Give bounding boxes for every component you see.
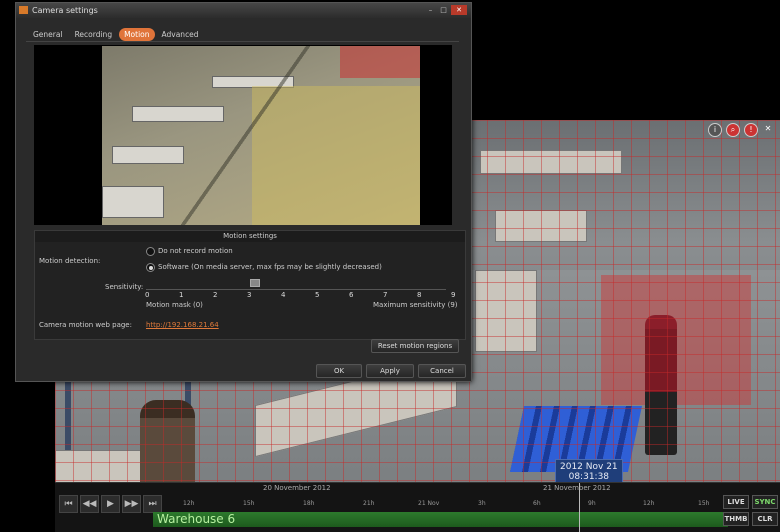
sensitivity-boundary	[102, 46, 420, 225]
timeline[interactable]: ⏮ ◀◀ ▶ ▶▶ ⏭ 20 November 2012 21 November…	[55, 482, 780, 532]
tab-recording[interactable]: Recording	[70, 28, 118, 41]
hour-tick: 6h	[533, 500, 541, 507]
tick: 7	[383, 291, 388, 299]
tick: 0	[145, 291, 150, 299]
sensitivity-thumb[interactable]	[250, 279, 260, 287]
recording-bar[interactable]: Warehouse 6	[153, 512, 728, 527]
tick: 4	[281, 291, 286, 299]
clear-button[interactable]: CLR	[752, 512, 778, 526]
timeline-buttons: LIVE SYNC THMB CLR	[723, 495, 778, 526]
radio-software[interactable]	[146, 263, 155, 272]
step-forward-icon[interactable]: ▶▶	[122, 495, 141, 513]
zoom-icon[interactable]: ⌕	[726, 123, 740, 137]
cancel-button[interactable]: Cancel	[418, 364, 466, 378]
close-icon[interactable]: ✕	[451, 5, 467, 15]
motion-settings-panel: Motion settings Motion detection: Do not…	[34, 230, 466, 340]
max-sensitivity-caption: Maximum sensitivity (9)	[373, 301, 458, 309]
apply-button[interactable]: Apply	[366, 364, 414, 378]
camera-settings-dialog: Camera settings – □ ✕ General Recording …	[15, 2, 472, 382]
motion-settings-header: Motion settings	[35, 231, 465, 242]
tick: 8	[417, 291, 422, 299]
view-controls: i ⌕ ! ✕	[708, 123, 774, 137]
close-icon[interactable]: ✕	[762, 123, 774, 135]
sensitivity-label: Sensitivity:	[105, 283, 144, 291]
option-no-motion-label: Do not record motion	[158, 247, 233, 255]
timeline-track[interactable]: 20 November 2012 21 November 2012 12h 15…	[153, 483, 728, 532]
sensitivity-slider[interactable]	[146, 289, 446, 290]
hour-tick: 21h	[363, 500, 375, 507]
maximize-icon[interactable]: □	[438, 5, 449, 15]
timeline-cursor[interactable]	[579, 483, 580, 532]
skip-back-icon[interactable]: ⏮	[59, 495, 78, 513]
sensitivity-ticks: 0 1 2 3 4 5 6 7 8 9	[145, 291, 455, 301]
tick: 3	[247, 291, 252, 299]
alert-icon[interactable]: !	[744, 123, 758, 137]
timeline-hours: 12h 15h 18h 21h 21 Nov 3h 6h 9h 12h 15h	[153, 500, 728, 510]
window-buttons: – □ ✕	[425, 5, 467, 15]
camera-label: Warehouse 6	[157, 512, 236, 526]
info-icon[interactable]: i	[708, 123, 722, 137]
hour-tick: 3h	[478, 500, 486, 507]
tick: 6	[349, 291, 354, 299]
timestamp-date: 2012 Nov 21	[560, 462, 618, 472]
dialog-title: Camera settings	[32, 6, 98, 15]
tick: 9	[451, 291, 456, 299]
hour-tick: 12h	[183, 500, 195, 507]
step-back-icon[interactable]: ◀◀	[80, 495, 99, 513]
tick: 1	[179, 291, 184, 299]
tick: 2	[213, 291, 218, 299]
date-label: 20 November 2012	[263, 484, 331, 492]
hour-tick: 21 Nov	[418, 500, 440, 507]
reset-motion-regions-button[interactable]: Reset motion regions	[371, 339, 459, 353]
min-sensitivity-caption: Motion mask (0)	[146, 301, 203, 309]
live-button[interactable]: LIVE	[723, 495, 749, 509]
hour-tick: 15h	[698, 500, 710, 507]
sync-button[interactable]: SYNC	[752, 495, 778, 509]
radio-no-motion[interactable]	[146, 247, 155, 256]
tab-general[interactable]: General	[28, 28, 68, 41]
hour-tick: 18h	[303, 500, 315, 507]
hour-tick: 12h	[643, 500, 655, 507]
motion-mask-editor[interactable]	[102, 46, 420, 225]
thumbnails-button[interactable]: THMB	[723, 512, 749, 526]
tab-motion[interactable]: Motion	[119, 28, 155, 41]
play-icon[interactable]: ▶	[101, 495, 120, 513]
tab-bar: General Recording Motion Advanced	[28, 28, 204, 41]
minimize-icon[interactable]: –	[425, 5, 436, 15]
tab-advanced[interactable]: Advanced	[157, 28, 204, 41]
dialog-titlebar[interactable]: Camera settings – □ ✕	[16, 3, 471, 18]
timestamp-time: 08:31:38	[568, 472, 610, 482]
ok-button[interactable]: OK	[316, 364, 362, 378]
tab-divider	[26, 41, 459, 42]
option-software-label: Software (On media server, max fps may b…	[158, 263, 382, 271]
motion-preview	[34, 45, 452, 225]
motion-detection-label: Motion detection:	[39, 257, 101, 265]
hour-tick: 9h	[588, 500, 596, 507]
playback-controls: ⏮ ◀◀ ▶ ▶▶ ⏭	[59, 495, 162, 513]
hour-tick: 15h	[243, 500, 255, 507]
timeline-dates: 20 November 2012 21 November 2012	[153, 484, 728, 494]
web-page-link[interactable]: http://192.168.21.64	[146, 321, 219, 329]
tick: 5	[315, 291, 320, 299]
web-page-label: Camera motion web page:	[39, 321, 132, 329]
date-label: 21 November 2012	[543, 484, 611, 492]
app-icon	[19, 6, 28, 14]
